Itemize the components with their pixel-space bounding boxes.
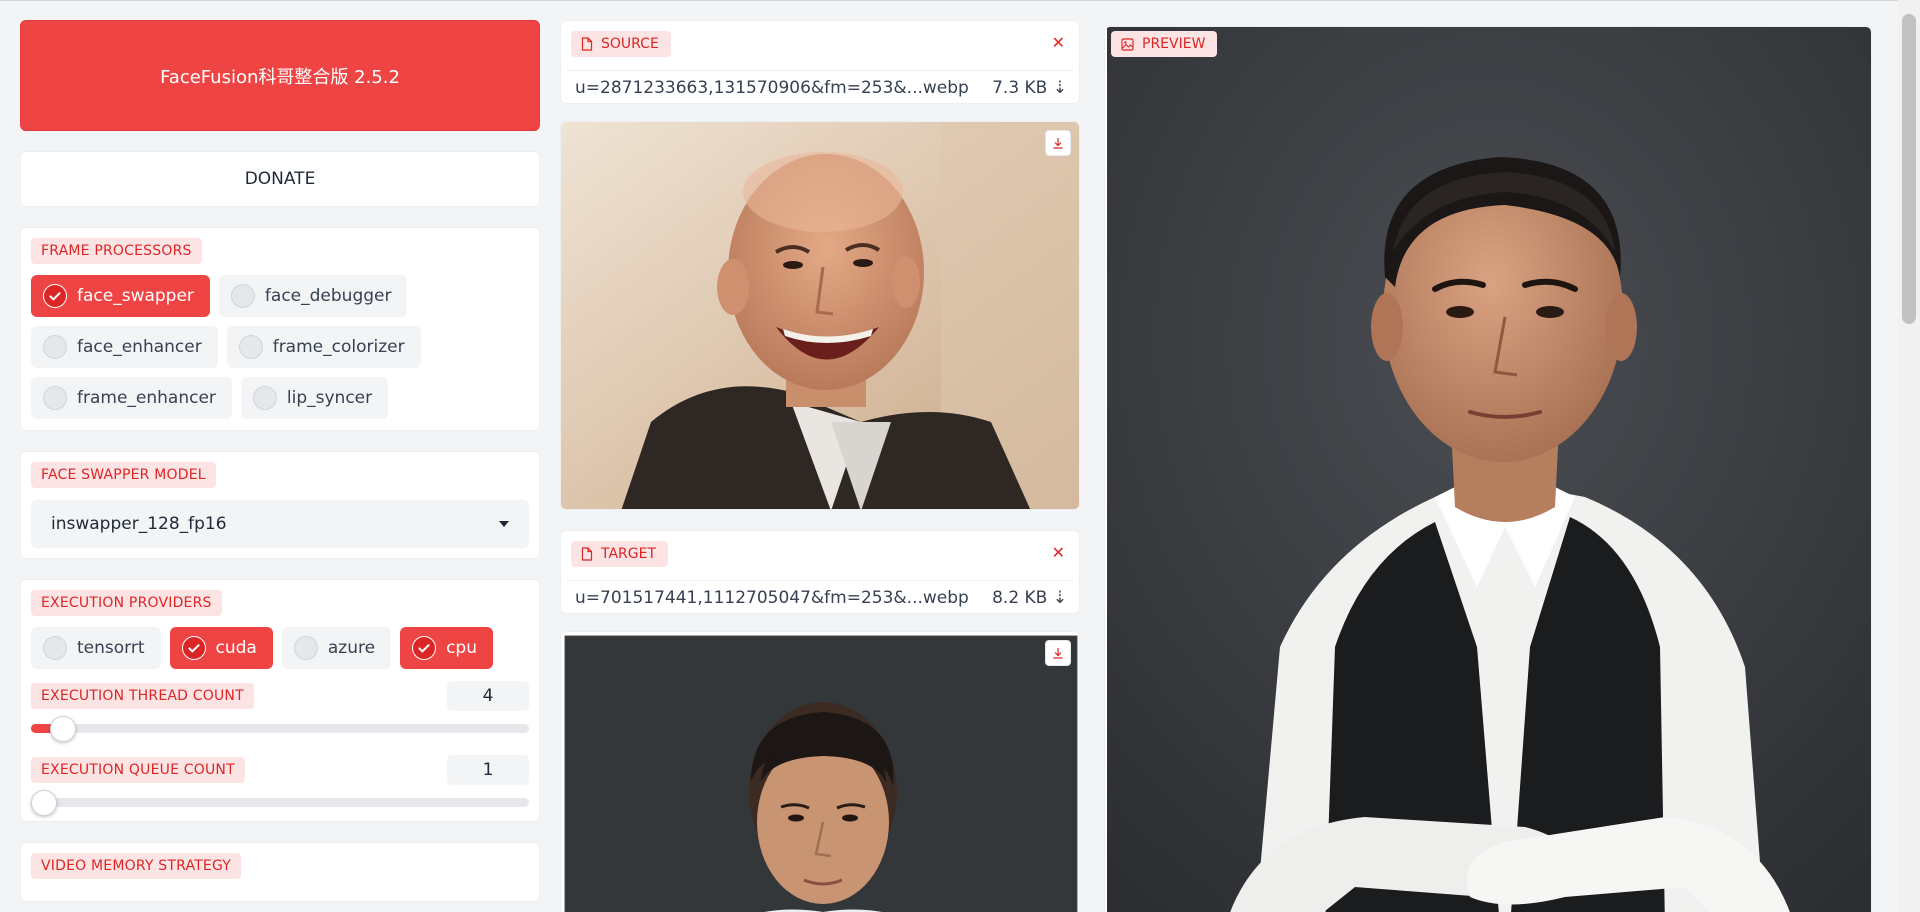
source-file-row[interactable]: u=2871233663,131570906&fm=253&...webp 7.… (567, 70, 1073, 104)
face-swapper-model-dropdown[interactable]: inswapper_128_fp16 (31, 500, 529, 548)
source-label: SOURCE (571, 31, 671, 57)
checkbox-indicator (293, 636, 318, 660)
frame-processors-options: face_swapper face_debugger face_enhancer… (31, 275, 529, 419)
preview-label-text: PREVIEW (1142, 36, 1206, 52)
checkbox-indicator (238, 335, 263, 359)
video-memory-label: VIDEO MEMORY STRATEGY (31, 853, 242, 879)
checkbox-face-enhancer[interactable]: face_enhancer (31, 326, 218, 368)
checkbox-indicator (412, 636, 437, 660)
face-swapper-model-panel: FACE SWAPPER MODEL inswapper_128_fp16 (20, 451, 540, 559)
execution-providers-label: EXECUTION PROVIDERS (31, 590, 222, 616)
thread-count-input[interactable]: 4 (447, 681, 529, 711)
target-filesize[interactable]: 8.2 KB ⇣ (992, 588, 1067, 608)
video-memory-panel: VIDEO MEMORY STRATEGY (20, 842, 540, 902)
source-file-card: SOURCE ✕ u=2871233663,131570906&fm=253&.… (560, 20, 1080, 104)
queue-count-input[interactable]: 1 (447, 755, 529, 785)
queue-count-slider[interactable] (31, 790, 529, 816)
checkbox-label: tensorrt (77, 638, 145, 658)
slider-thumb[interactable] (31, 790, 57, 816)
checkbox-label: frame_enhancer (77, 388, 216, 408)
face-swapper-model-label: FACE SWAPPER MODEL (31, 462, 216, 488)
top-border (0, 0, 1920, 1)
checkbox-label: frame_colorizer (272, 337, 405, 357)
checkbox-label: azure (327, 638, 376, 658)
target-file-card: TARGET ✕ u=701517441,1112705047&fm=253&.… (560, 530, 1080, 614)
settings-column: FaceFusion科哥整合版 2.5.2 DONATE FRAME PROCE… (20, 20, 540, 902)
queue-count-header: EXECUTION QUEUE COUNT 1 (31, 755, 529, 785)
checkbox-frame-enhancer[interactable]: frame_enhancer (31, 377, 232, 419)
thread-count-header: EXECUTION THREAD COUNT 4 (31, 681, 529, 711)
checkbox-label: face_debugger (264, 286, 392, 306)
source-image (560, 121, 1080, 510)
donate-button[interactable]: DONATE (20, 151, 540, 207)
frame-processors-label: FRAME PROCESSORS (31, 238, 202, 264)
checkbox-lip-syncer[interactable]: lip_syncer (240, 377, 389, 419)
checkbox-label: face_enhancer (77, 337, 202, 357)
target-image (560, 631, 1080, 912)
page-scrollbar[interactable] (1898, 0, 1920, 912)
input-column: SOURCE ✕ u=2871233663,131570906&fm=253&.… (560, 20, 1080, 912)
close-icon[interactable]: ✕ (1052, 33, 1065, 52)
target-filename: u=701517441,1112705047&fm=253&...webp (575, 587, 969, 608)
preview-photo (1107, 27, 1871, 912)
source-photo (561, 122, 1079, 509)
checkbox-tensorrt[interactable]: tensorrt (31, 627, 161, 669)
checkbox-indicator (43, 386, 67, 410)
source-filesize[interactable]: 7.3 KB ⇣ (992, 78, 1067, 98)
file-icon (581, 37, 593, 51)
checkbox-indicator (43, 284, 67, 308)
file-icon (581, 547, 593, 561)
source-label-text: SOURCE (601, 36, 659, 52)
chevron-down-icon (499, 521, 509, 527)
frame-processors-panel: FRAME PROCESSORS face_swapper face_debug… (20, 227, 540, 431)
download-icon[interactable] (1045, 130, 1071, 156)
checkbox-label: face_swapper (77, 286, 194, 306)
thread-count-slider[interactable] (31, 716, 529, 742)
thread-count-label: EXECUTION THREAD COUNT (31, 683, 254, 709)
preview-panel: PREVIEW (1104, 26, 1872, 912)
target-file-row[interactable]: u=701517441,1112705047&fm=253&...webp 8.… (567, 580, 1073, 614)
preview-label: PREVIEW (1111, 31, 1218, 57)
checkbox-face-debugger[interactable]: face_debugger (218, 275, 408, 317)
checkbox-label: cuda (215, 638, 257, 658)
execution-providers-options: tensorrt cuda azure cpu (31, 627, 529, 669)
download-icon[interactable] (1045, 640, 1071, 666)
checkbox-indicator (181, 636, 206, 660)
image-icon (1121, 37, 1134, 51)
checkbox-label: lip_syncer (286, 388, 373, 408)
checkbox-indicator (43, 335, 67, 359)
checkbox-indicator (252, 386, 277, 410)
queue-count-label: EXECUTION QUEUE COUNT (31, 757, 245, 783)
target-label-text: TARGET (601, 546, 657, 562)
target-photo (564, 635, 1078, 912)
checkbox-label: cpu (446, 638, 477, 658)
checkbox-indicator (43, 636, 67, 660)
checkbox-azure[interactable]: azure (281, 627, 392, 669)
target-label: TARGET (571, 541, 669, 567)
execution-panel: EXECUTION PROVIDERS tensorrt cuda azure … (20, 579, 540, 822)
slider-thumb[interactable] (49, 716, 76, 742)
dropdown-value: inswapper_128_fp16 (51, 514, 227, 534)
checkbox-indicator (230, 284, 255, 308)
checkbox-cpu[interactable]: cpu (400, 627, 493, 669)
source-filename: u=2871233663,131570906&fm=253&...webp (575, 77, 969, 98)
scrollbar-thumb[interactable] (1902, 14, 1916, 324)
checkbox-cuda[interactable]: cuda (169, 627, 273, 669)
checkbox-frame-colorizer[interactable]: frame_colorizer (226, 326, 421, 368)
app-title-button[interactable]: FaceFusion科哥整合版 2.5.2 (20, 20, 540, 131)
close-icon[interactable]: ✕ (1052, 543, 1065, 562)
checkbox-face-swapper[interactable]: face_swapper (31, 275, 210, 317)
